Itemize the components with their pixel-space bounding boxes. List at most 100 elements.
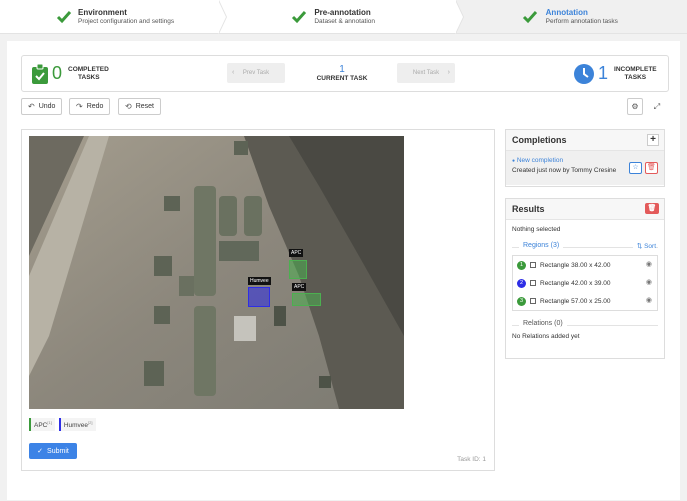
trash-icon: 🗑	[647, 205, 657, 212]
region-label-tag: APC	[289, 249, 304, 257]
main-panel: 0 COMPLETED TASKS ‹ Prev Task 1 CURRENT …	[7, 41, 680, 500]
reset-icon: ⟲	[125, 102, 132, 111]
completion-title-text: New completion	[516, 157, 564, 164]
label-chip-humvee[interactable]: Humvee[2]	[58, 418, 96, 432]
region-apc-1[interactable]	[289, 260, 307, 279]
label-selector: APC[1] Humvee[2]	[29, 418, 96, 432]
completions-header: Completions +	[506, 130, 664, 151]
incomplete-tasks: 1 INCOMPLETE TASKS	[574, 56, 657, 91]
current-task: 1 CURRENT TASK	[312, 64, 372, 82]
next-task-button[interactable]: Next Task ›	[397, 63, 455, 83]
step-title: Environment	[78, 8, 127, 17]
incomplete-label-line2: TASKS	[624, 73, 647, 81]
sort-label: Sort	[644, 243, 656, 250]
incomplete-label: INCOMPLETE TASKS	[614, 66, 657, 82]
incomplete-label-line1: INCOMPLETE	[614, 65, 657, 73]
current-task-label: CURRENT TASK	[316, 75, 368, 82]
step-divider	[218, 0, 228, 34]
submit-label: Submit	[47, 447, 69, 455]
fullscreen-button[interactable]: ⤢	[649, 98, 665, 115]
step-annotation[interactable]: Annotation Perform annotation tasks	[455, 0, 687, 33]
sort-icon: ⇅	[636, 243, 643, 250]
delete-results-button[interactable]: 🗑	[645, 203, 659, 214]
redo-button[interactable]: ↷ Redo	[69, 98, 111, 115]
completed-label: COMPLETED TASKS	[68, 66, 109, 82]
trash-icon: 🗑	[647, 164, 656, 171]
expand-icon: ⤢	[653, 101, 661, 111]
add-completion-button[interactable]: +	[647, 134, 659, 146]
step-pre-annotation[interactable]: Pre-annotation Dataset & annotation	[219, 0, 464, 34]
step-title: Annotation	[545, 8, 588, 17]
reset-label: Reset	[135, 103, 154, 110]
region-text: Rectangle 57.00 x 25.00	[540, 297, 611, 305]
settings-button[interactable]: ⚙	[627, 98, 643, 115]
results-panel: Results 🗑 Nothing selected Regions (3) ⇅…	[505, 198, 665, 359]
list-item[interactable]: 3 Rectangle 57.00 x 25.00 ◉	[513, 292, 657, 310]
check-icon	[522, 11, 537, 24]
completed-label-line1: COMPLETED	[68, 65, 109, 73]
incomplete-count: 1	[598, 63, 609, 83]
check-icon: ✓	[37, 448, 44, 455]
chevron-left-icon: ‹	[232, 69, 235, 76]
rectangle-icon	[530, 280, 536, 286]
rectangle-icon	[530, 298, 536, 304]
region-text: Rectangle 38.00 x 42.00	[540, 261, 611, 269]
sort-button[interactable]: ⇅ Sort	[632, 242, 656, 250]
step-title: Pre-annotation	[314, 8, 371, 17]
label-chip-name: APC	[34, 422, 48, 430]
step-subtitle: Project configuration and settings	[78, 18, 175, 25]
region-humvee[interactable]	[248, 287, 270, 307]
regions-toggle[interactable]: Regions (3)	[519, 242, 564, 249]
submit-button[interactable]: ✓ Submit	[29, 443, 77, 459]
results-header: Results 🗑	[506, 199, 664, 220]
task-id: Task ID: 1	[457, 456, 486, 463]
prev-task-button[interactable]: ‹ Prev Task	[227, 63, 285, 83]
label-chip-name: Humvee	[63, 422, 89, 430]
undo-label: Undo	[38, 103, 56, 110]
relations-divider[interactable]: Relations (0)	[506, 315, 664, 329]
relations-toggle[interactable]: Relations (0)	[519, 320, 567, 327]
eye-icon[interactable]: ◉	[646, 260, 652, 268]
region-index-badge: 1	[517, 260, 526, 270]
task-navigation-bar: 0 COMPLETED TASKS ‹ Prev Task 1 CURRENT …	[21, 55, 669, 92]
regions-divider[interactable]: Regions (3) ⇅ Sort	[506, 237, 664, 251]
completed-label-line2: TASKS	[78, 73, 100, 81]
redo-label: Redo	[86, 103, 104, 110]
redo-icon: ↷	[76, 102, 83, 111]
clock-icon	[574, 63, 594, 84]
step-environment[interactable]: Environment Project configuration and se…	[0, 0, 228, 34]
prev-task-label: Prev Task	[242, 70, 270, 76]
aerial-image[interactable]: APC Humvee APC	[29, 136, 404, 409]
region-index-badge: 2	[517, 278, 526, 288]
region-text: Rectangle 42.00 x 39.00	[540, 279, 611, 287]
undo-button[interactable]: ↶ Undo	[21, 98, 63, 115]
chevron-right-icon: ›	[447, 69, 450, 76]
reset-button[interactable]: ⟲ Reset	[118, 98, 161, 115]
star-completion-button[interactable]: ☆	[629, 162, 642, 174]
results-title: Results	[512, 204, 545, 214]
dot-icon: ●	[512, 158, 516, 164]
step-subtitle: Perform annotation tasks	[545, 18, 618, 25]
region-label-tag: APC	[292, 283, 307, 291]
list-item[interactable]: 2 Rectangle 42.00 x 39.00 ◉	[513, 274, 657, 292]
rectangle-icon	[530, 262, 536, 268]
eye-icon[interactable]: ◉	[646, 296, 652, 304]
label-chip-hotkey: [2]	[88, 420, 93, 425]
region-label-tag: Humvee	[248, 277, 271, 285]
region-apc-2[interactable]	[292, 293, 321, 306]
eye-icon[interactable]: ◉	[646, 278, 652, 286]
label-chip-hotkey: [1]	[47, 420, 52, 425]
delete-completion-button[interactable]: 🗑	[645, 162, 658, 174]
label-chip-apc[interactable]: APC[1]	[29, 418, 55, 432]
list-item[interactable]: 1 Rectangle 38.00 x 42.00 ◉	[513, 256, 657, 274]
aerial-photo	[29, 136, 404, 409]
nothing-selected: Nothing selected	[512, 226, 561, 233]
completions-title: Completions	[512, 135, 567, 145]
check-icon	[56, 11, 72, 24]
step-subtitle: Dataset & annotation	[314, 18, 376, 25]
undo-icon: ↶	[28, 102, 35, 111]
next-task-label: Next Task	[412, 70, 440, 76]
region-index-badge: 3	[517, 296, 526, 306]
completion-item[interactable]: ● New completion Created just now by Tom…	[506, 151, 664, 185]
completed-tasks: 0 COMPLETED TASKS	[32, 56, 109, 91]
